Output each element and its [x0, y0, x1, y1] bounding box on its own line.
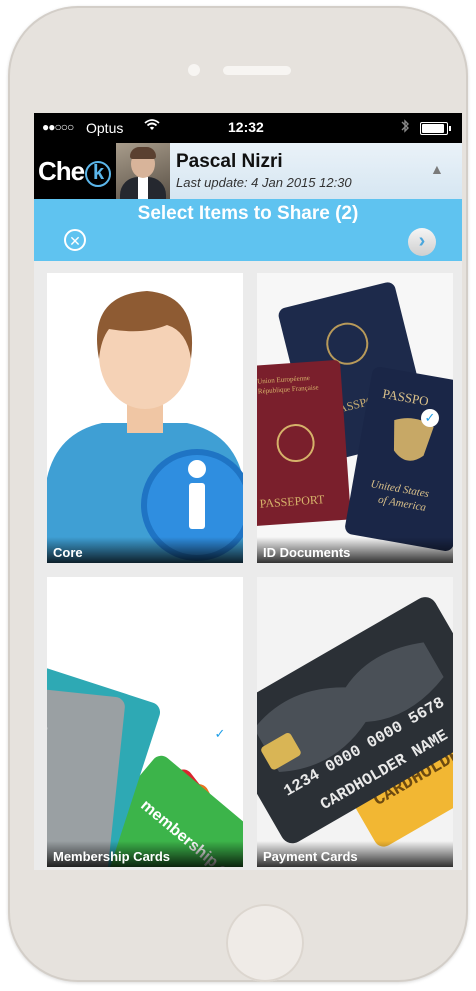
battery-fill [422, 124, 444, 133]
speaker-grille [223, 66, 291, 75]
avatar-hair [130, 147, 156, 159]
bluetooth-icon [400, 118, 410, 137]
membership-cards-illustration: membership card membership card membersh… [47, 577, 243, 867]
last-update-text: Last update: 4 Jan 2015 12:30 [176, 175, 352, 190]
logo-text-start: Che [37, 156, 85, 186]
tile-payment-cards-label: Payment Cards [257, 841, 453, 867]
check-icon: ✓ [421, 409, 439, 427]
core-illustration [47, 273, 243, 563]
front-camera [188, 64, 200, 76]
home-button[interactable] [226, 904, 304, 982]
profile-header[interactable]: Chekk Pascal Nizri Last update: 4 Jan 20… [34, 143, 462, 242]
tile-core-label: Core [47, 537, 243, 563]
tile-id-documents[interactable]: PASSPORT Union Européenne République Fra… [257, 273, 453, 563]
chekk-logo: Chekk [34, 143, 116, 242]
chevron-right-icon[interactable]: › [408, 228, 436, 256]
user-name: Pascal Nizri [176, 151, 283, 172]
tile-payment-cards[interactable]: CARDHOLDER NAME 1234 0000 0000 5678 CARD… [257, 577, 453, 867]
triangle-up-icon[interactable]: ▲ [430, 161, 444, 177]
clock: 12:32 [228, 119, 264, 135]
app-screen: ●●○○○ Optus 12:32 Chekk Pascal Nizri Las… [34, 113, 462, 870]
signal-icon: ●●○○○ [42, 120, 74, 134]
tile-membership-cards[interactable]: membership card membership card membersh… [47, 577, 243, 867]
close-circle-icon[interactable]: ✕ [64, 229, 86, 251]
selection-title: Select Items to Share (2) [137, 203, 359, 224]
wifi-icon [144, 118, 160, 135]
check-icon: ✓ [211, 725, 229, 743]
avatar-shirt [138, 177, 148, 199]
tile-membership-cards-label: Membership Cards [47, 841, 243, 867]
avatar [116, 143, 170, 199]
carrier-name: Optus [86, 120, 124, 136]
status-bar: ●●○○○ Optus 12:32 [34, 113, 462, 143]
battery-icon [420, 122, 451, 135]
logo-text-ring: k [85, 161, 112, 187]
tile-id-documents-label: ID Documents [257, 537, 453, 563]
tile-core[interactable]: Core [47, 273, 243, 563]
selection-bar: Select Items to Share (2) ✕ › [34, 199, 462, 261]
payment-cards-illustration: CARDHOLDER NAME 1234 0000 0000 5678 CARD… [257, 577, 453, 867]
